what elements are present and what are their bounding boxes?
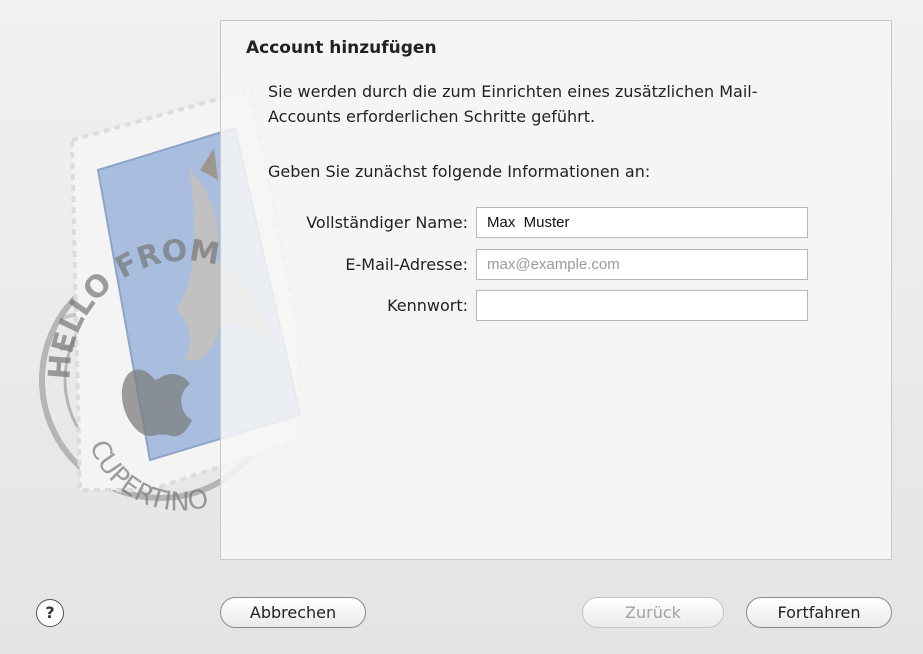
subheading: Geben Sie zunächst folgende Informatione… xyxy=(268,162,651,181)
email-label: E-Mail-Adresse: xyxy=(345,255,468,274)
dialog-title: Account hinzufügen xyxy=(246,38,437,58)
continue-button[interactable]: Fortfahren xyxy=(746,597,892,628)
cancel-button[interactable]: Abbrechen xyxy=(220,597,366,628)
full-name-field[interactable] xyxy=(476,207,808,238)
password-label: Kennwort: xyxy=(387,296,468,315)
email-field[interactable] xyxy=(476,249,808,280)
intro-text: Sie werden durch die zum Einrichten eine… xyxy=(268,82,758,126)
content-panel: Account hinzufügen Sie werden durch die … xyxy=(220,20,892,560)
full-name-label: Vollständiger Name: xyxy=(306,213,468,232)
back-button[interactable]: Zurück xyxy=(582,597,724,628)
password-field[interactable] xyxy=(476,290,808,321)
help-button[interactable]: ? xyxy=(36,599,64,627)
